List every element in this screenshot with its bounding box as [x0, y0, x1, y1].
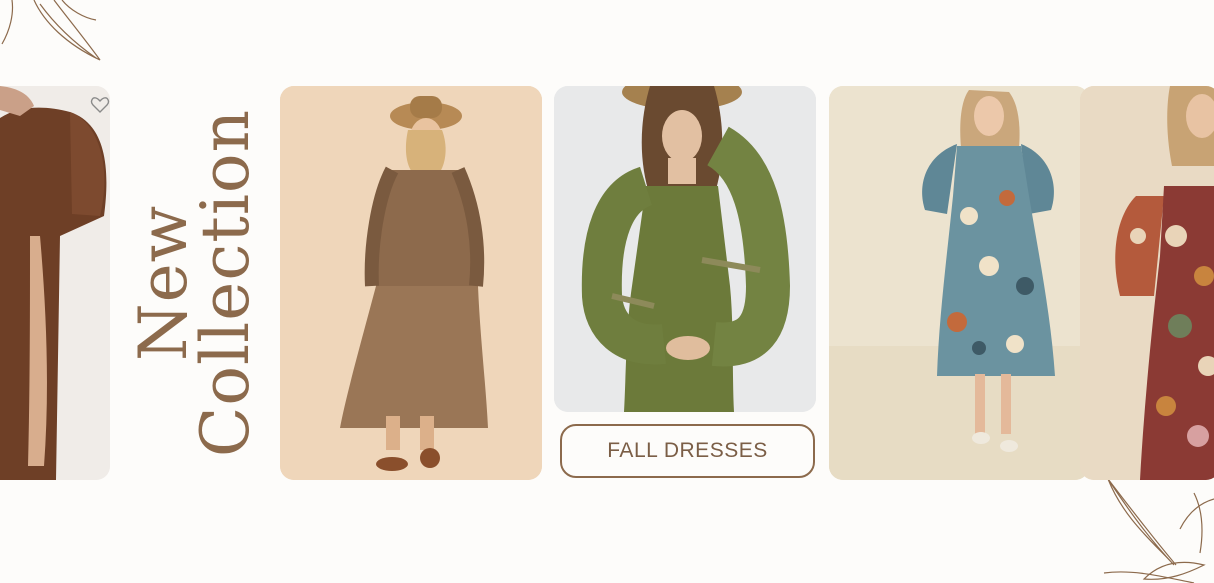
product-image-brown-dress[interactable]: [0, 86, 110, 480]
fall-dresses-button[interactable]: FALL DRESSES: [560, 424, 815, 478]
collection-heading: New Collection: [110, 86, 280, 480]
heading-line-collection: Collection: [187, 108, 264, 458]
product-image-olive-dress[interactable]: [554, 86, 816, 412]
leaf-decoration-top-left-icon: [1, 0, 101, 61]
favorite-heart-icon[interactable]: [90, 95, 110, 115]
heading-line-new: New: [125, 204, 202, 362]
leaf-decoration-bottom-right-icon: [1103, 478, 1214, 583]
product-image-red-floral-dress[interactable]: [1080, 86, 1214, 480]
product-image-blue-floral-dress[interactable]: [829, 86, 1089, 480]
product-image-paisley-maxi-dress[interactable]: [280, 86, 542, 480]
